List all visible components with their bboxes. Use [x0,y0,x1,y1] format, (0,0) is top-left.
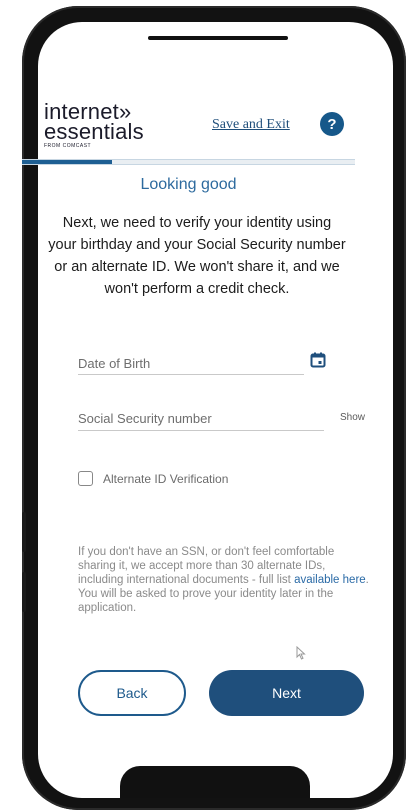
phone-bottom-bezel [120,766,310,798]
alternate-id-checkbox[interactable] [78,471,93,486]
alternate-id-label[interactable]: Alternate ID Verification [103,472,228,486]
help-icon[interactable]: ? [320,112,344,136]
calendar-icon[interactable] [310,352,326,368]
internet-essentials-logo: internet» essentials FROM COMCAST [44,101,144,150]
ssn-field[interactable]: Social Security number [78,411,212,426]
phone-side-button [22,572,26,612]
mouse-pointer-icon [296,646,306,660]
dob-underline [78,374,304,375]
logo-line-2: essentials [44,119,144,144]
show-ssn-toggle[interactable]: Show [340,412,365,423]
ssn-underline [78,430,324,431]
page-title: Looking good [140,176,237,193]
next-button[interactable]: Next [209,670,364,716]
save-and-exit-link[interactable]: Save and Exit [212,117,290,133]
available-here-link[interactable]: available here [294,574,366,586]
back-button[interactable]: Back [78,670,186,716]
progress-bar [22,159,355,165]
alternate-id-note: If you don't have an SSN, or don't feel … [78,545,370,615]
intro-text: Next, we need to verify your identity us… [48,215,346,297]
phone-side-button [22,512,26,552]
dob-field[interactable]: Date of Birth [78,356,150,371]
speaker-notch [148,36,288,40]
progress-fill [22,160,112,164]
